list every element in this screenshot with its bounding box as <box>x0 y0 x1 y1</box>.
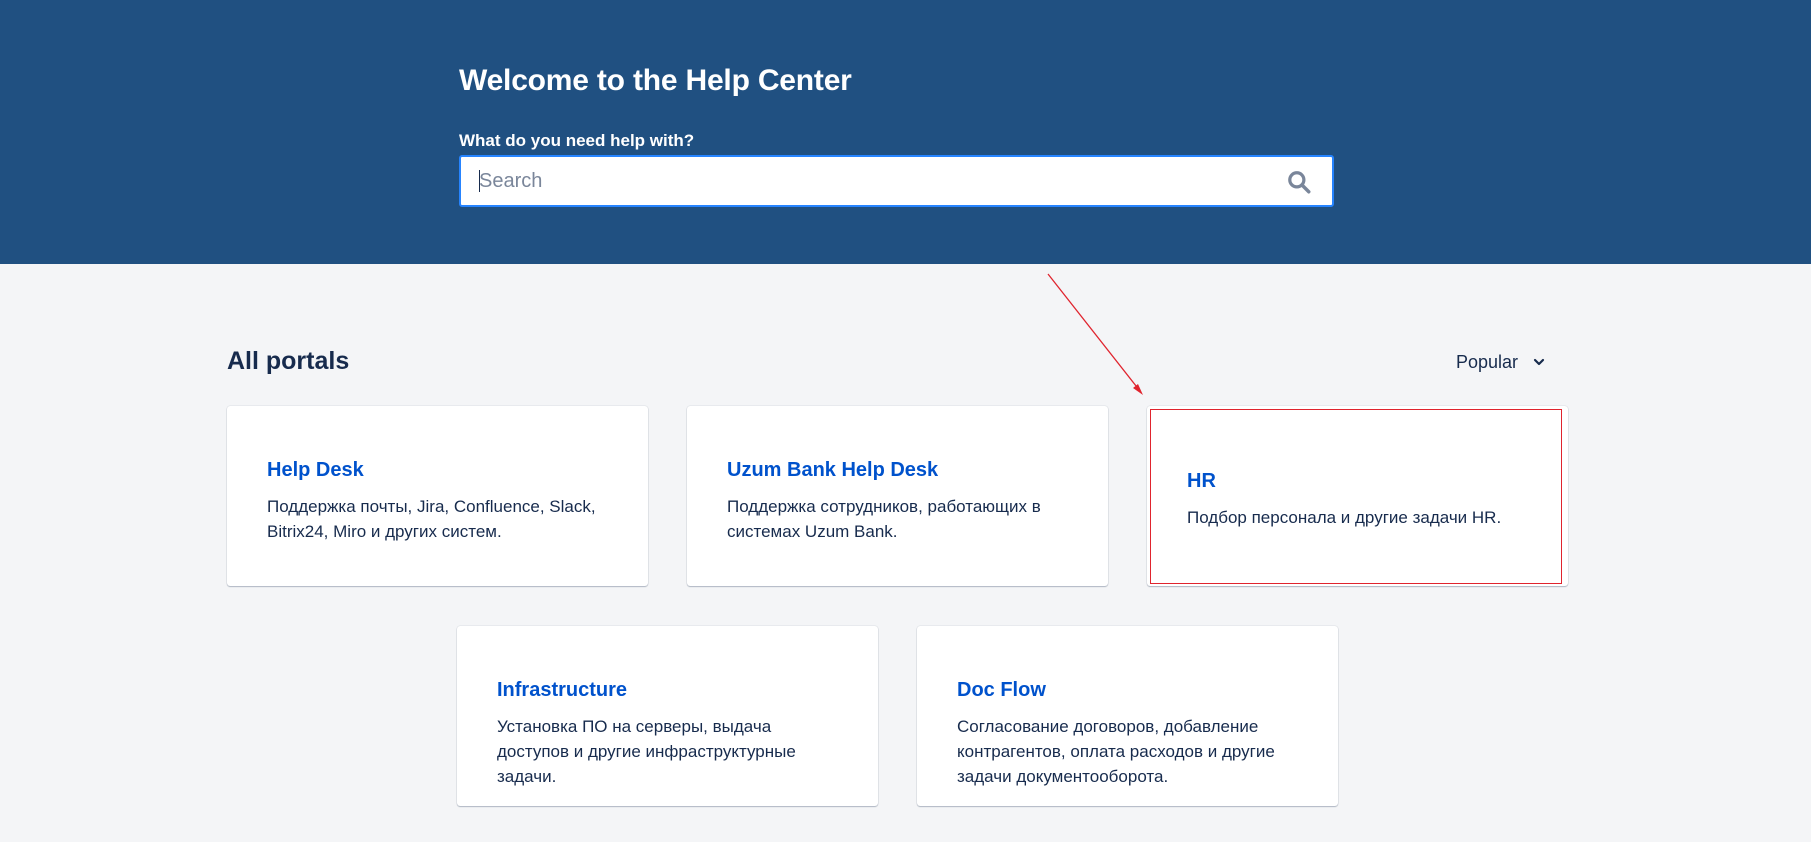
text-cursor <box>479 170 480 192</box>
portal-card-title[interactable]: Help Desk <box>267 459 364 482</box>
portal-card-title[interactable]: Infrastructure <box>497 679 627 702</box>
search-input[interactable] <box>479 157 1259 205</box>
portal-card-description: Подбор персонала и другие задачи HR. <box>1187 508 1502 527</box>
portal-card-infrastructure[interactable]: Infrastructure Установка ПО на серверы, … <box>457 626 878 806</box>
portal-card-title[interactable]: Doc Flow <box>957 679 1046 702</box>
sort-dropdown-label: Popular <box>1456 351 1519 372</box>
portal-card-doc-flow[interactable]: Doc Flow Согласование договоров, добавле… <box>917 626 1338 806</box>
portal-card-title[interactable]: Uzum Bank Help Desk <box>727 459 938 482</box>
portal-card-help-desk[interactable]: Help Desk Поддержка почты, Jira, Conflue… <box>227 406 648 586</box>
portal-card-description: Установка ПО на серверы, выдача доступов… <box>497 717 796 786</box>
sort-dropdown[interactable]: Popular <box>1456 350 1546 374</box>
search-bar[interactable] <box>459 155 1334 207</box>
portal-card-title[interactable]: HR <box>1187 470 1216 493</box>
search-icon[interactable] <box>1286 169 1312 195</box>
portal-card-description: Поддержка сотрудников, работающих в сист… <box>727 497 1041 541</box>
portal-card-description: Согласование договоров, добавление контр… <box>957 717 1275 786</box>
hero-banner: Welcome to the Help Center What do you n… <box>0 0 1811 264</box>
section-title-all-portals: All portals <box>227 347 350 375</box>
page-title: Welcome to the Help Center <box>459 64 852 97</box>
chevron-down-icon <box>1533 358 1545 366</box>
portal-card-hr[interactable]: HR Подбор персонала и другие задачи HR. <box>1147 406 1568 586</box>
portal-card-description: Поддержка почты, Jira, Confluence, Slack… <box>267 497 596 541</box>
portal-card-uzum-bank-help-desk[interactable]: Uzum Bank Help Desk Поддержка сотруднико… <box>687 406 1108 586</box>
search-label: What do you need help with? <box>459 131 695 150</box>
